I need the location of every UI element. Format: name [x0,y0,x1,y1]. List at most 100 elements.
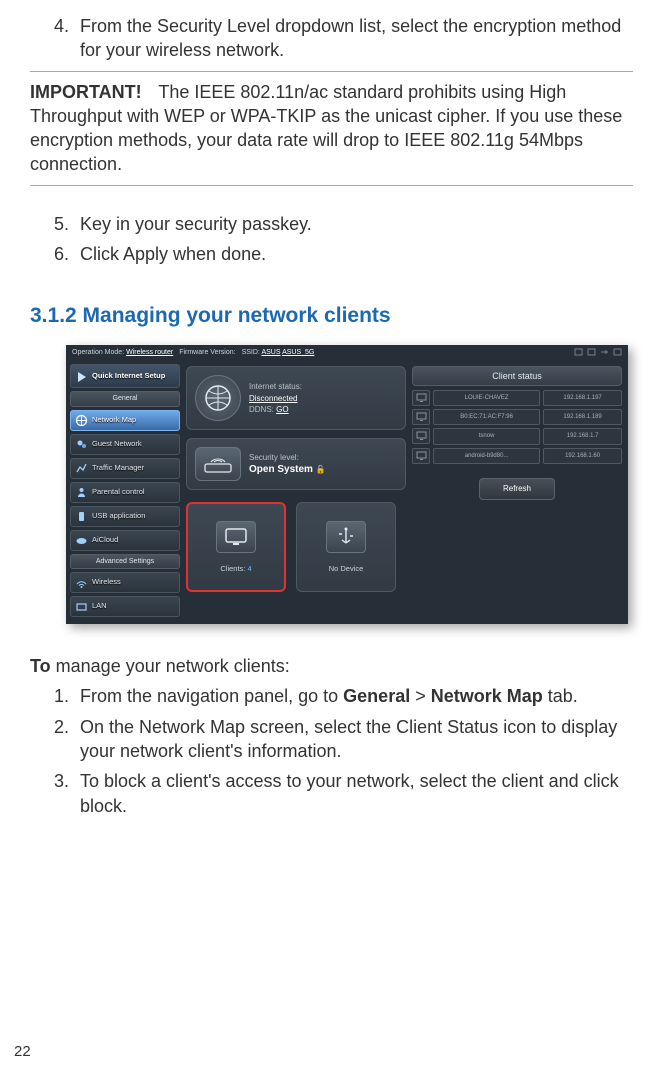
section-heading: 3.1.2 Managing your network clients [30,302,633,330]
network-map-icon [75,414,88,427]
router-screenshot: Operation Mode: Wireless router Firmware… [66,345,628,624]
wireless-icon [75,576,88,589]
client-row[interactable]: tsnow 192.168.1.7 [412,428,622,444]
step-5-text: Key in your security passkey. [80,212,633,236]
intro-line: To manage your network clients: [30,654,633,678]
step-5: 5. Key in your security passkey. [54,212,633,236]
opmode-label: Operation Mode: [72,349,124,356]
sidebar-quick-label: Quick Internet Setup [92,371,165,381]
ddns-go-link[interactable]: GO [276,405,288,414]
clients-count: 4 [247,564,251,573]
page-number: 22 [14,1042,31,1062]
sidebar-general-header: General [70,391,180,406]
client-row[interactable]: B0:EC:71:AC:F7:96 192.168.1.189 [412,409,622,425]
parental-control-icon [75,486,88,499]
sidebar-item-usb-application[interactable]: USB application [70,506,180,527]
aicloud-icon [75,534,88,547]
step-4: 4. From the Security Level dropdown list… [54,14,633,63]
clients-card[interactable]: Clients: 4 [186,502,286,592]
sidebar-item-label: USB application [92,511,145,521]
lan-icon [75,600,88,613]
client-name: LOUIE-CHAVEZ [433,390,540,406]
client-ip: 192.168.1.197 [543,390,622,406]
ssid-1[interactable]: ASUS [261,349,280,356]
client-name: android-b9d80... [433,448,540,464]
router-topbar: Operation Mode: Wireless router Firmware… [66,345,628,360]
intro-rest: manage your network clients: [51,656,290,676]
client-icon [412,390,430,406]
sidebar-item-label: Parental control [92,487,145,497]
step-b2: 2. On the Network Map screen, select the… [54,715,633,764]
usb-icon[interactable] [600,348,609,356]
client-name: tsnow [433,428,540,444]
client-row[interactable]: android-b9d80... 192.168.1.60 [412,448,622,464]
step-6: 6. Click Apply when done. [54,242,633,266]
ddns-label: DDNS: [249,405,274,414]
sidebar-advanced-header: Advanced Settings [70,554,180,569]
sidebar: Quick Internet Setup General Network Map… [66,360,184,624]
monitor-icon [216,521,256,553]
sidebar-item-parental-control[interactable]: Parental control [70,482,180,503]
usb-app-icon [75,510,88,523]
general-bold: General [343,686,410,706]
sidebar-item-label: LAN [92,601,107,611]
sidebar-quick-setup[interactable]: Quick Internet Setup [70,364,180,388]
sidebar-item-label: Network Map [92,415,136,425]
sidebar-item-label: Guest Network [92,439,142,449]
step-b1-text: From the navigation panel, go to General… [80,684,633,708]
client-name: B0:EC:71:AC:F7:96 [433,409,540,425]
step-b2-text: On the Network Map screen, select the Cl… [80,715,633,764]
sidebar-item-network-map[interactable]: Network Map [70,410,180,431]
security-level-card[interactable]: Security level: Open System 🔓 [186,438,406,490]
internet-status-value: Disconnected [249,393,302,404]
internet-status-card[interactable]: Internet status: Disconnected DDNS: GO [186,366,406,430]
quick-setup-icon [75,370,88,383]
client-icon [412,448,430,464]
client-ip: 192.168.1.189 [543,409,622,425]
traffic-manager-icon [75,462,88,475]
sidebar-item-label: Traffic Manager [92,463,144,473]
step-4-text: From the Security Level dropdown list, s… [80,14,633,63]
network-map-bold: Network Map [431,686,543,706]
nodevice-label: No Device [329,564,364,574]
client-ip: 192.168.1.60 [543,448,622,464]
security-level-label: Security level: [249,452,326,463]
guest-network-icon [75,438,88,451]
step-b3-text: To block a client's access to your netwo… [80,769,633,818]
sidebar-item-label: AiCloud [92,535,118,545]
sidebar-item-label: Wireless [92,577,121,587]
clients-label: Clients: [220,564,245,573]
step-b3-number: 3. [54,769,80,818]
step-b1-number: 1. [54,684,80,708]
globe-icon [195,375,241,421]
topbar-icon-4[interactable] [613,348,622,356]
client-row[interactable]: LOUIE-CHAVEZ 192.168.1.197 [412,390,622,406]
step-b3: 3. To block a client's access to your ne… [54,769,633,818]
router-icon [195,447,241,481]
sidebar-item-wireless[interactable]: Wireless [70,572,180,593]
ssid-2[interactable]: ASUS_5G [282,349,314,356]
sidebar-item-guest-network[interactable]: Guest Network [70,434,180,455]
intro-bold: To [30,656,51,676]
step-5-number: 5. [54,212,80,236]
sidebar-item-lan[interactable]: LAN [70,596,180,617]
sidebar-item-aicloud[interactable]: AiCloud [70,530,180,551]
usb-device-card[interactable]: No Device [296,502,396,592]
client-ip: 192.168.1.7 [543,428,622,444]
opmode-value[interactable]: Wireless router [126,349,173,356]
client-icon [412,428,430,444]
important-note: IMPORTANT! The IEEE 802.11n/ac standard … [30,71,633,186]
client-status-panel: Client status LOUIE-CHAVEZ 192.168.1.197… [412,366,622,618]
topbar-icon-2[interactable] [587,348,596,356]
topbar-icon-1[interactable] [574,348,583,356]
step-6-number: 6. [54,242,80,266]
usb-device-icon [326,521,366,553]
refresh-button[interactable]: Refresh [479,478,555,501]
unlock-icon: 🔓 [316,465,326,474]
step-6-text: Click Apply when done. [80,242,633,266]
step-4-number: 4. [54,14,80,63]
sidebar-item-traffic-manager[interactable]: Traffic Manager [70,458,180,479]
important-label: IMPORTANT! [30,82,142,102]
client-icon [412,409,430,425]
ssid-label: SSID: [242,349,260,356]
